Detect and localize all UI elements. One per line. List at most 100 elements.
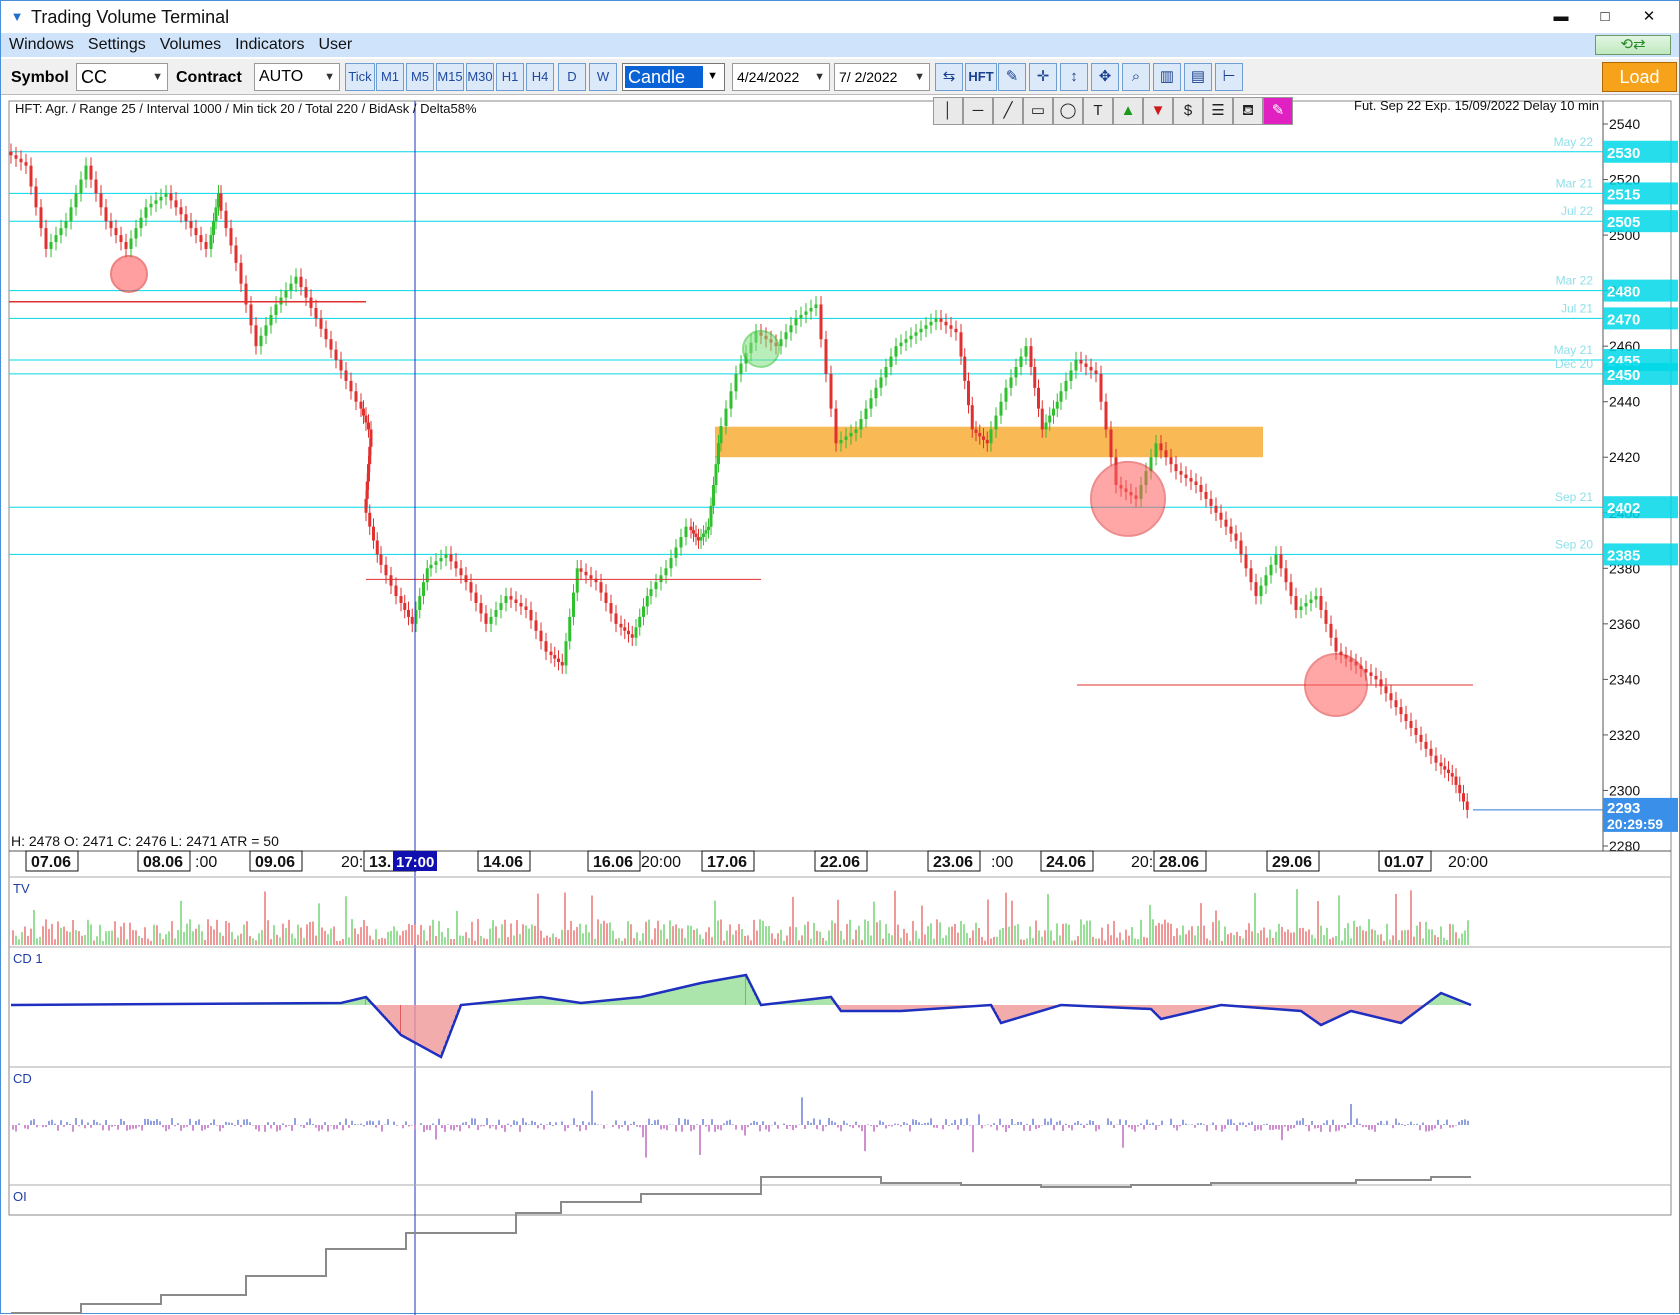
range-icon[interactable]: ⊢ <box>1215 63 1243 91</box>
rectangle-icon[interactable]: ▭ <box>1023 97 1053 125</box>
date-label: 29.06 <box>1272 854 1312 871</box>
date-to-picker[interactable]: 7/ 2/2022 ▼ <box>834 63 930 91</box>
fibonacci-icon[interactable]: ☰ <box>1203 97 1233 125</box>
candle-body <box>879 377 883 388</box>
menu-settings[interactable]: Settings <box>80 36 152 54</box>
candle-body <box>1048 415 1052 423</box>
candle-body <box>309 297 313 308</box>
candle-body <box>1269 564 1273 576</box>
timeframe-w[interactable]: W <box>589 63 617 91</box>
candle-body <box>719 425 723 444</box>
indicator-icon[interactable]: ▤ <box>1184 63 1212 91</box>
candle-body <box>679 537 683 548</box>
timeframe-m5[interactable]: M5 <box>406 63 434 91</box>
candle-body <box>874 387 878 399</box>
date-label: 01.07 <box>1384 854 1424 871</box>
candle-body <box>529 609 533 621</box>
candle-body <box>824 339 828 374</box>
candle-body <box>869 398 873 409</box>
candle-body <box>714 464 718 485</box>
ellipse-icon[interactable]: ◯ <box>1053 97 1083 125</box>
vertical-line-icon[interactable]: │ <box>933 97 963 125</box>
hft-button[interactable]: HFT <box>965 63 997 91</box>
price-chart[interactable]: 2540252025002480246024402420240023802360… <box>1 95 1679 1315</box>
brush-icon[interactable]: ⛾ <box>1233 97 1263 125</box>
candle-body <box>214 207 218 222</box>
maximize-button[interactable]: □ <box>1583 1 1627 33</box>
menu-windows[interactable]: Windows <box>1 36 80 54</box>
candle-body <box>64 221 68 229</box>
candle-body <box>638 616 642 628</box>
menu-volumes[interactable]: Volumes <box>152 36 227 54</box>
date-label: 08.06 <box>143 854 183 871</box>
candle-body <box>544 641 548 652</box>
candle-body <box>1234 533 1238 541</box>
candle-body <box>489 616 493 624</box>
symbol-label: Symbol <box>11 69 69 86</box>
candle-body <box>627 630 630 635</box>
timeframe-h1[interactable]: H1 <box>496 63 524 91</box>
timeframe-m1[interactable]: M1 <box>376 63 404 91</box>
hft-info-text: HFT: Agr. / Range 25 / Interval 1000 / M… <box>15 101 477 116</box>
candle-body <box>354 391 358 402</box>
candle-body <box>99 193 103 208</box>
date-label: 17.06 <box>707 854 747 871</box>
text-icon[interactable]: T <box>1083 97 1113 125</box>
candle-body <box>469 582 473 593</box>
time-label: :00 <box>195 854 217 871</box>
chart-type-select[interactable]: Candle ▼ <box>622 63 725 91</box>
move-icon[interactable]: ✥ <box>1091 63 1119 91</box>
candle-body <box>329 339 333 350</box>
crosshair-icon[interactable]: ✛ <box>1029 63 1057 91</box>
close-button[interactable]: ✕ <box>1627 1 1671 33</box>
candle-body <box>119 235 123 243</box>
minimize-button[interactable]: ▬ <box>1539 1 1583 33</box>
candle-body <box>579 568 583 572</box>
candle-body <box>464 575 468 583</box>
candle-body <box>1154 443 1158 458</box>
candle-body <box>429 564 433 569</box>
arrow-up-icon[interactable]: ▲ <box>1113 97 1143 125</box>
highlighter-icon[interactable]: ✎ <box>1263 97 1293 125</box>
date-from-picker[interactable]: 4/24/2022 ▼ <box>732 63 830 91</box>
candle-body <box>44 228 48 249</box>
horizontal-line-icon[interactable]: ─ <box>963 97 993 125</box>
candle-body <box>739 363 743 374</box>
trend-line-icon[interactable]: ╱ <box>993 97 1023 125</box>
pen-icon[interactable]: ✎ <box>998 63 1026 91</box>
candle-body <box>994 415 998 430</box>
candle-body <box>799 314 803 319</box>
symbol-select[interactable]: CC ▼ <box>76 63 168 91</box>
timeframe-tick[interactable]: Tick <box>345 63 375 91</box>
candle-body <box>630 634 634 638</box>
candle-body <box>224 210 228 229</box>
zoom-icon[interactable]: ⌕ <box>1122 63 1150 91</box>
sync-arrows-icon[interactable]: ⇆ <box>935 63 963 91</box>
candle-body <box>389 575 393 586</box>
menu-user[interactable]: User <box>310 36 358 54</box>
candle-body <box>1299 606 1303 610</box>
timeframe-h4[interactable]: H4 <box>526 63 554 91</box>
candle-body <box>109 221 113 229</box>
candle-body <box>239 262 243 284</box>
candle-body <box>963 356 967 381</box>
timeframe-m30[interactable]: M30 <box>466 63 494 91</box>
dollar-icon[interactable]: $ <box>1173 97 1203 125</box>
candle-body <box>1254 582 1258 597</box>
candle-body <box>989 429 993 444</box>
pane-label: CD 1 <box>13 951 43 966</box>
timeframe-m15[interactable]: M15 <box>436 63 464 91</box>
candle-body <box>1204 491 1208 499</box>
contract-select[interactable]: AUTO ▼ <box>254 63 340 91</box>
vertical-resize-icon[interactable]: ↕ <box>1060 63 1088 91</box>
timeframe-d[interactable]: D <box>558 63 586 91</box>
candle-body <box>589 575 593 579</box>
load-button[interactable]: Load <box>1602 62 1677 92</box>
pane-label: OI <box>13 1189 27 1204</box>
menu-indicators[interactable]: Indicators <box>227 36 310 54</box>
bars-icon[interactable]: ▥ <box>1153 63 1181 91</box>
arrow-down-icon[interactable]: ▼ <box>1143 97 1173 125</box>
candle-body <box>124 242 128 249</box>
candle-body <box>1214 505 1218 513</box>
refresh-icon[interactable]: ⟲⇄ <box>1595 35 1671 55</box>
